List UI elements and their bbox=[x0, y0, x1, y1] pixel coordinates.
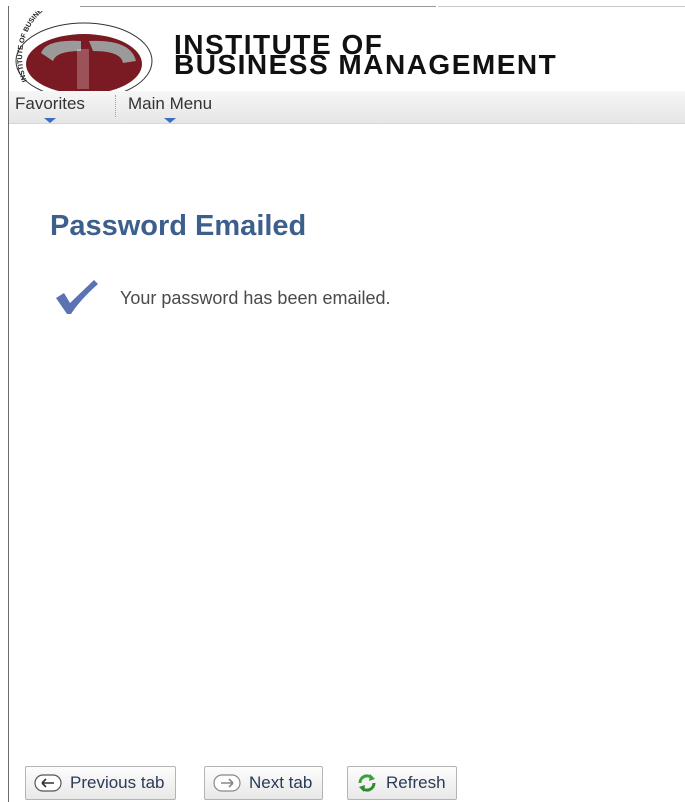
institute-name-line2: BUSINESS MANAGEMENT bbox=[174, 49, 558, 80]
menu-separator bbox=[115, 95, 116, 117]
refresh-icon bbox=[358, 774, 376, 792]
favorites-menu-label: Favorites bbox=[15, 94, 85, 113]
confirmation-message: Your password has been emailed. bbox=[120, 288, 391, 308]
main-menu-caret-icon bbox=[164, 118, 177, 123]
institute-logo: INSTITUTE OF BUSINESS MANAGEMENT bbox=[15, 11, 153, 93]
next-tab-label: Next tab bbox=[249, 773, 313, 792]
next-tab-button[interactable]: Next tab bbox=[204, 766, 324, 800]
checkmark-icon bbox=[56, 280, 98, 314]
previous-tab-icon bbox=[34, 774, 62, 792]
main-menu[interactable]: Main Menu bbox=[128, 94, 213, 123]
page-header: INSTITUTE OF BUSINESS MANAGEMENT INSTITU… bbox=[9, 7, 685, 93]
content-frame bbox=[8, 6, 685, 802]
favorites-menu[interactable]: Favorites bbox=[15, 94, 85, 123]
refresh-label: Refresh bbox=[386, 773, 446, 792]
main-menu-label: Main Menu bbox=[128, 94, 213, 113]
institute-name: INSTITUTE OF BUSINESS MANAGEMENT bbox=[174, 31, 558, 80]
page-title: Password Emailed bbox=[50, 210, 307, 242]
menu-bar: Favorites Main Menu bbox=[9, 91, 685, 124]
previous-tab-label: Previous tab bbox=[70, 773, 165, 792]
refresh-button[interactable]: Refresh bbox=[347, 766, 457, 800]
next-tab-icon bbox=[213, 774, 241, 792]
favorites-caret-icon bbox=[43, 118, 56, 123]
previous-tab-button[interactable]: Previous tab bbox=[25, 766, 176, 800]
